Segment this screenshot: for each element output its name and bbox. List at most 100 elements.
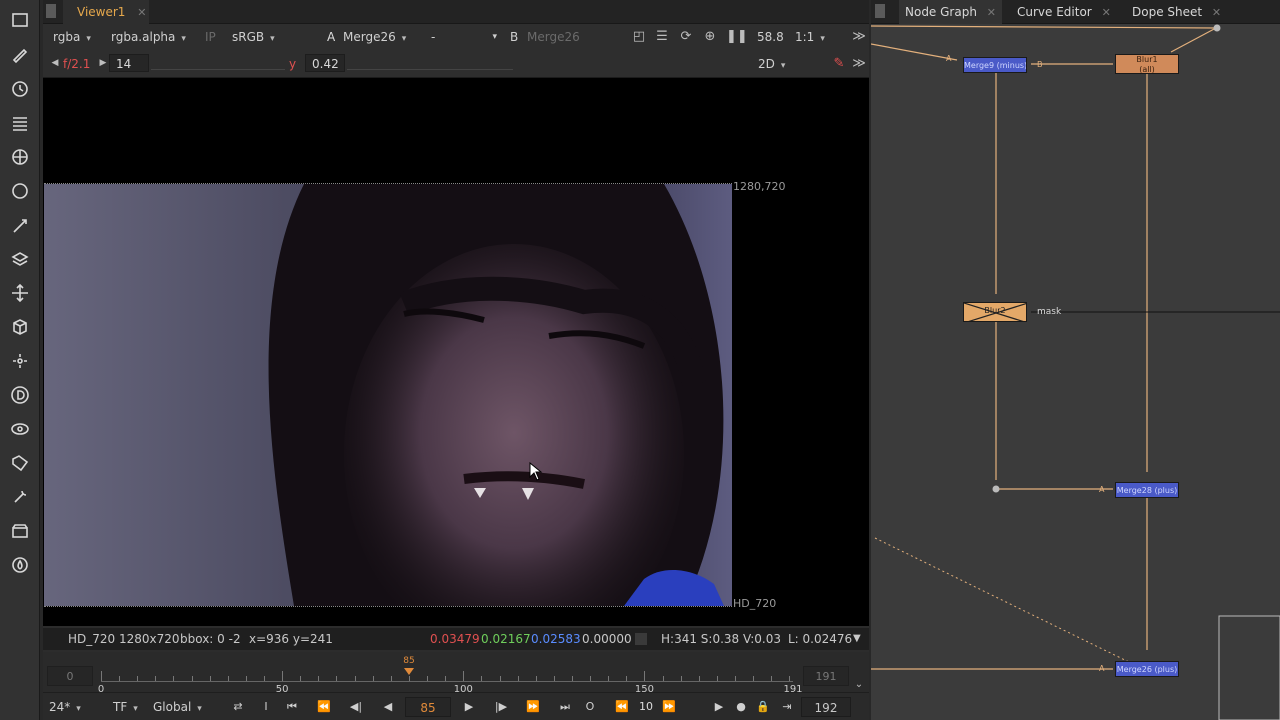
time-icon[interactable] (8, 77, 32, 101)
transform-icon[interactable] (8, 281, 32, 305)
furnace-icon[interactable] (8, 553, 32, 577)
tab-viewer1[interactable]: Viewer1 ✕ (63, 0, 149, 24)
more-options-icon[interactable]: ≫ (851, 29, 867, 45)
more-options-icon[interactable]: ≫ (851, 56, 867, 72)
input-b-dropdown[interactable]: Merge26 (527, 27, 580, 47)
other-icon[interactable] (8, 519, 32, 543)
range-mode-dropdown[interactable]: Global (153, 697, 213, 717)
node-merge-minus[interactable]: Merge9 (minus) (963, 57, 1027, 73)
last-frame-icon[interactable]: ⏭ (556, 698, 574, 716)
input-a-dropdown[interactable]: Merge26 (343, 27, 406, 47)
record-icon[interactable]: ● (732, 698, 750, 716)
timeline-in-field[interactable]: 0 (47, 666, 93, 686)
info-menu-icon[interactable]: ▼ (853, 628, 861, 650)
timeline-tick (789, 676, 791, 681)
tab-curve-editor[interactable]: Curve Editor ✕ (1017, 0, 1111, 24)
play-forward-icon[interactable]: ▶ (460, 698, 478, 716)
color-icon[interactable] (8, 145, 32, 169)
node-graph-canvas[interactable]: Merge9 (minus) A B Blur1 (all) Blur2 mas… (871, 24, 1280, 720)
colorspace-dropdown[interactable]: sRGB (232, 27, 298, 47)
panel-grip-icon[interactable] (46, 4, 56, 18)
skip-back-icon[interactable]: ⏪ (613, 698, 631, 716)
timeline-out-field[interactable]: 191 (803, 666, 849, 686)
views-icon[interactable] (8, 417, 32, 441)
next-keyframe-icon[interactable]: ⏩ (524, 698, 542, 716)
node-merge-plus-2[interactable]: Merge26 (plus) (1115, 661, 1179, 677)
cursor-coords: x=936 y=241 (249, 632, 333, 646)
fps-dropdown[interactable]: 24* (49, 697, 105, 717)
frame-step-field[interactable]: 14 (109, 54, 149, 72)
skip-forward-icon[interactable]: ⏩ (660, 698, 678, 716)
close-icon[interactable]: ✕ (1102, 6, 1111, 19)
view-mode-dropdown[interactable]: 2D (758, 54, 824, 74)
timeline-tick (463, 671, 465, 681)
metadata-icon[interactable] (8, 451, 32, 475)
close-icon[interactable]: ✕ (987, 6, 996, 19)
image-icon[interactable] (8, 8, 32, 32)
node-merge-plus-1[interactable]: Merge28 (plus) (1115, 482, 1179, 498)
panel-grip-icon[interactable] (875, 4, 885, 18)
play-backward-icon[interactable]: ◀ (379, 698, 397, 716)
next-frame-icon[interactable]: |▶ (492, 698, 510, 716)
wipe-icon[interactable]: ◰ (631, 29, 647, 45)
format-bounds-bottom (44, 606, 732, 607)
draw-icon[interactable] (8, 42, 32, 66)
keyer-icon[interactable] (8, 214, 32, 238)
node-disabled[interactable]: Blur2 (963, 302, 1027, 322)
loop-icon[interactable]: ⇄ (229, 698, 247, 716)
first-frame-icon[interactable]: ⏮ (283, 698, 301, 716)
lock-icon[interactable]: 🔒 (754, 698, 772, 716)
timeline-tick (481, 676, 483, 681)
tab-dope-sheet[interactable]: Dope Sheet ✕ (1132, 0, 1221, 24)
list-icon[interactable]: ☰ (654, 29, 670, 45)
in-point-button[interactable]: I (257, 698, 275, 716)
out-point-button[interactable]: O (581, 698, 599, 716)
node-disabled-label: Blur2 (984, 306, 1006, 315)
node-blur1[interactable]: Blur1 (all) (1115, 54, 1179, 74)
skip-increment-field[interactable]: 10 (635, 698, 657, 716)
fstop-value[interactable]: f/2.1 (63, 54, 90, 74)
zoom-ratio-dropdown[interactable]: 1:1 (795, 27, 825, 47)
prev-keyframe-icon[interactable]: ⏪ (315, 698, 333, 716)
alpha-channel-dropdown[interactable]: rgba.alpha (111, 27, 186, 47)
viewer-canvas[interactable]: 1280,720 HD_720 (43, 78, 869, 626)
timeline-ruler[interactable]: 0 50 100 150 191 85 (98, 656, 803, 695)
flipbook-icon[interactable]: ▶ (710, 698, 728, 716)
refresh-icon[interactable]: ⟳ (678, 29, 694, 45)
pause-icon[interactable]: ❚❚ (726, 29, 748, 45)
pixel-green: 0.02167 (481, 632, 531, 646)
playhead-marker[interactable] (403, 668, 414, 675)
gamma-slider[interactable] (347, 56, 513, 70)
close-icon[interactable]: ✕ (137, 6, 146, 19)
particles-icon[interactable] (8, 349, 32, 373)
merge-icon[interactable] (8, 247, 32, 271)
ip-toggle[interactable]: IP (205, 27, 216, 47)
close-icon[interactable]: ✕ (1212, 6, 1221, 19)
tab-node-graph[interactable]: Node Graph ✕ (899, 0, 1002, 24)
roi-icon[interactable]: ⊕ (702, 29, 718, 45)
compare-operation-dropdown[interactable]: - ▾ (431, 27, 497, 47)
paint-icon[interactable]: ✎ (831, 56, 847, 72)
gamma-field[interactable]: 0.42 (305, 54, 345, 72)
3d-icon[interactable] (8, 315, 32, 339)
fstop-left-arrow-icon[interactable]: ◀ (47, 55, 63, 71)
deep-icon[interactable] (8, 383, 32, 407)
filter-icon[interactable] (8, 179, 32, 203)
zoom-percent[interactable]: 58.8 (757, 27, 784, 47)
end-frame-field[interactable]: 192 (801, 697, 851, 717)
timeline[interactable]: 0 0 50 100 150 191 85 191 ⌄ (43, 652, 869, 695)
timecode-mode-dropdown[interactable]: TF (113, 697, 138, 717)
exposure-slider[interactable] (151, 56, 285, 70)
timeline-collapse-icon[interactable]: ⌄ (851, 677, 867, 693)
viewer-tabbar: Viewer1 ✕ (43, 0, 869, 24)
prev-frame-icon[interactable]: ◀| (347, 698, 365, 716)
range-icon[interactable]: ⇥ (778, 698, 796, 716)
node-input-a: A (946, 54, 952, 63)
toolsets-icon[interactable] (8, 485, 32, 509)
viewer-toolbar-top: rgba rgba.alpha IP sRGB A Merge26 -▾ B M… (43, 24, 869, 50)
channels-dropdown[interactable]: rgba (53, 27, 91, 47)
current-frame-field[interactable]: 85 (405, 697, 451, 717)
channel-icon[interactable] (8, 111, 32, 135)
viewer-image[interactable] (44, 184, 732, 606)
timeline-tick (571, 676, 573, 681)
